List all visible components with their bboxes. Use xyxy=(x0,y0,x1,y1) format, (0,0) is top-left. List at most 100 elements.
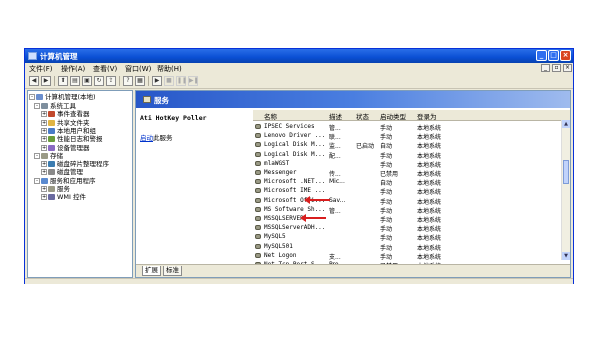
services-banner-title: 服务 xyxy=(154,96,169,105)
collapse-icon[interactable]: - xyxy=(34,152,40,159)
column-header-name[interactable]: 名称 xyxy=(264,111,277,121)
service-row[interactable]: MSSQLServerADH... 手动 本地系统 xyxy=(253,223,563,233)
service-gear-icon xyxy=(255,151,261,157)
collapse-icon[interactable]: - xyxy=(29,94,35,100)
service-gear-icon xyxy=(255,124,261,129)
tree-node-label: WMI 控件 xyxy=(57,193,87,202)
menu-file[interactable]: 文件(F) xyxy=(29,64,53,74)
refresh-icon[interactable]: ↻ xyxy=(94,76,104,86)
tree-node[interactable]: + 磁盘碎片整理程序 xyxy=(41,160,109,168)
annotation-arrow xyxy=(304,196,330,204)
service-name: Messenger xyxy=(264,169,297,176)
menu-window[interactable]: 窗口(W) xyxy=(125,64,151,74)
stop-service-icon[interactable]: ■ xyxy=(164,76,174,86)
tree-node[interactable]: + 事件查看器 xyxy=(41,110,90,118)
expand-icon[interactable]: + xyxy=(41,186,47,192)
expand-icon[interactable]: + xyxy=(41,136,47,143)
expand-icon[interactable]: + xyxy=(41,127,47,134)
collapse-icon[interactable]: - xyxy=(34,177,40,184)
expand-icon[interactable]: + xyxy=(41,161,47,168)
column-header-status[interactable]: 状态 xyxy=(356,111,369,121)
help-icon[interactable]: ? xyxy=(123,76,133,86)
export-list-icon[interactable]: ⇪ xyxy=(106,76,116,86)
scroll-down-icon[interactable]: ▼ xyxy=(562,252,570,260)
service-row[interactable]: Logical Disk M... 配... 手动 本地系统 xyxy=(253,150,563,160)
column-header-log-on-as[interactable]: 登录为 xyxy=(417,111,437,121)
users-icon xyxy=(48,127,55,134)
tree-node[interactable]: + 设备管理器 xyxy=(41,144,90,152)
maximize-button[interactable]: □ xyxy=(548,50,559,61)
tree-node[interactable]: + 磁盘管理 xyxy=(41,168,83,176)
tree-node-label: 服务 xyxy=(57,185,70,193)
collapse-icon[interactable]: - xyxy=(34,103,40,109)
child-restore-button[interactable]: ▫ xyxy=(552,64,561,72)
tools-icon xyxy=(41,103,48,109)
console-icon[interactable]: ▦ xyxy=(135,76,145,86)
tree-node[interactable]: + 共享文件夹 xyxy=(41,119,90,127)
up-folder-icon[interactable]: ⬆ xyxy=(58,76,68,86)
expand-icon[interactable]: + xyxy=(41,119,47,126)
service-name: Net Logon xyxy=(264,251,297,259)
expand-icon[interactable]: + xyxy=(41,111,47,118)
start-service-link[interactable]: 启动 xyxy=(140,134,153,142)
show-tree-icon[interactable]: ▤ xyxy=(70,76,80,86)
service-name: MySQL501 xyxy=(264,242,293,250)
service-row[interactable]: Messenger 传... 已禁用 本地系统 xyxy=(253,168,563,178)
service-row[interactable]: MySQL501 手动 本地系统 xyxy=(253,242,563,252)
service-row[interactable]: Lenovo Driver ... 联... 手动 本地系统 xyxy=(253,131,563,141)
column-header-startup-type[interactable]: 启动类型 xyxy=(380,111,406,121)
service-row[interactable]: mlaWGST 手动 本地系统 xyxy=(253,159,563,169)
services-apps-icon xyxy=(41,177,48,184)
scroll-thumb[interactable] xyxy=(563,160,569,184)
start-service-suffix: 此服务 xyxy=(153,134,173,142)
service-row[interactable]: IPSEC Services 管... 手动 本地系统 xyxy=(253,122,563,132)
expand-icon[interactable]: + xyxy=(41,169,47,176)
console-tree: - 计算机管理(本地) - 系统工具 + 事件查看器 + 共享文件夹 + 本地用户和组 + 性能日志… xyxy=(27,90,133,278)
service-gear-icon xyxy=(255,188,261,194)
services-column-header: 名称 描述 状态 启动类型 登录为 xyxy=(253,110,570,121)
service-row[interactable]: Microsoft Offi... Sav... 手动 本地系统 xyxy=(253,196,563,206)
tree-node-label: 系统工具 xyxy=(50,102,76,110)
tree-node[interactable]: - 服务和应用程序 xyxy=(34,177,96,185)
minimize-button[interactable]: _ xyxy=(536,50,547,61)
service-gear-icon xyxy=(255,160,261,166)
expand-icon[interactable]: + xyxy=(41,144,47,151)
tab-extended[interactable]: 扩展 xyxy=(142,266,161,276)
toolbar-divider xyxy=(119,76,120,86)
service-row[interactable]: MySQL5 手动 本地系统 xyxy=(253,232,563,242)
expand-icon[interactable]: + xyxy=(41,194,47,201)
scroll-up-icon[interactable]: ▲ xyxy=(562,120,570,128)
wmi-icon xyxy=(48,194,55,201)
pause-service-icon[interactable]: ❚❚ xyxy=(176,76,187,86)
restart-service-icon[interactable]: ▶❚ xyxy=(188,76,199,86)
menu-view[interactable]: 查看(V) xyxy=(93,64,117,74)
service-row[interactable]: Microsoft IME ... 手动 本地系统 xyxy=(253,186,563,196)
toolbar: ◀ ▶ ⬆ ▤ ▣ ↻ ⇪ ? ▦ ▶ ■ ❚❚ ▶❚ xyxy=(25,74,573,89)
tree-node-root[interactable]: - 计算机管理(本地) xyxy=(29,93,96,101)
tree-node[interactable]: - 存储 xyxy=(34,152,63,160)
title-bar[interactable]: 计算机管理 _ □ × xyxy=(25,49,573,63)
tab-standard[interactable]: 标准 xyxy=(163,266,182,276)
tree-node[interactable]: + 本地用户和组 xyxy=(41,127,96,135)
tree-node[interactable]: + 服务 xyxy=(41,185,70,193)
tree-node[interactable]: - 系统工具 xyxy=(34,102,76,110)
services-banner: 服务 xyxy=(136,91,570,108)
back-icon[interactable]: ◀ xyxy=(29,76,39,86)
vertical-scrollbar[interactable]: ▲ ▼ xyxy=(561,120,570,260)
child-close-button[interactable]: × xyxy=(563,64,572,72)
tree-node-label: 磁盘管理 xyxy=(57,168,83,177)
forward-icon[interactable]: ▶ xyxy=(41,76,51,86)
properties-icon[interactable]: ▣ xyxy=(82,76,92,86)
tree-node[interactable]: + WMI 控件 xyxy=(41,193,86,201)
child-minimize-button[interactable]: _ xyxy=(541,64,550,72)
start-service-icon[interactable]: ▶ xyxy=(152,76,162,86)
service-row[interactable]: Net Logon 支... 手动 本地系统 xyxy=(253,251,563,261)
service-row[interactable]: Logical Disk M... 监... 已启动 自动 本地系统 xyxy=(253,140,563,150)
menu-action[interactable]: 操作(A) xyxy=(61,64,85,74)
menu-help[interactable]: 帮助(H) xyxy=(157,64,182,74)
column-header-description[interactable]: 描述 xyxy=(329,111,342,121)
service-row[interactable]: MS Software Sh... 管... 手动 本地系统 xyxy=(253,205,563,215)
close-button[interactable]: × xyxy=(560,50,571,61)
tree-node[interactable]: + 性能日志和警报 xyxy=(41,135,103,143)
service-row[interactable]: Microsoft .NET... Mic... 自动 本地系统 xyxy=(253,177,563,187)
